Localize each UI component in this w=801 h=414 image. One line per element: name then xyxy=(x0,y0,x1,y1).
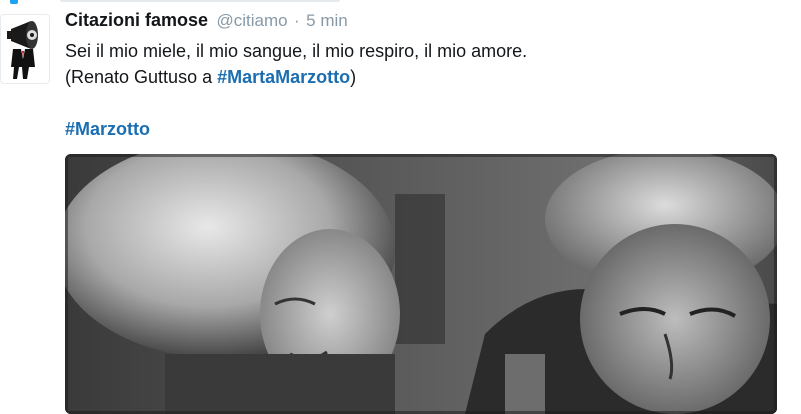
tweet-text-line-1: Sei il mio miele, il mio sangue, il mio … xyxy=(65,41,528,61)
cropped-context-text xyxy=(60,0,340,2)
author-name[interactable]: Citazioni famose xyxy=(65,10,208,30)
tweet-header: Citazioni famose @citiamo · 5 min xyxy=(65,10,348,34)
megaphone-man-icon xyxy=(7,21,38,79)
separator-dot: · xyxy=(294,11,300,30)
previous-tweet-edge xyxy=(0,0,801,6)
tweet-media-photo[interactable] xyxy=(65,154,777,414)
retweet-icon xyxy=(10,0,18,4)
hashtag-link-martamarzotto[interactable]: #MartaMarzotto xyxy=(217,67,350,87)
tweet-text: Sei il mio miele, il mio sangue, il mio … xyxy=(65,38,765,142)
tweet-text-line-3: #Marzotto xyxy=(65,116,765,142)
hashtag-link-marzotto[interactable]: #Marzotto xyxy=(65,119,150,139)
quote-suffix: ) xyxy=(350,67,357,87)
author-handle[interactable]: @citiamo xyxy=(216,11,287,30)
photo-icon xyxy=(65,154,777,414)
tweet-text-line-2: (Renato Guttuso a #MartaMarzotto) xyxy=(65,64,765,90)
avatar[interactable] xyxy=(0,14,50,84)
quote-prefix: (Renato Guttuso a xyxy=(65,67,218,87)
tweet-timestamp[interactable]: 5 min xyxy=(306,11,348,30)
